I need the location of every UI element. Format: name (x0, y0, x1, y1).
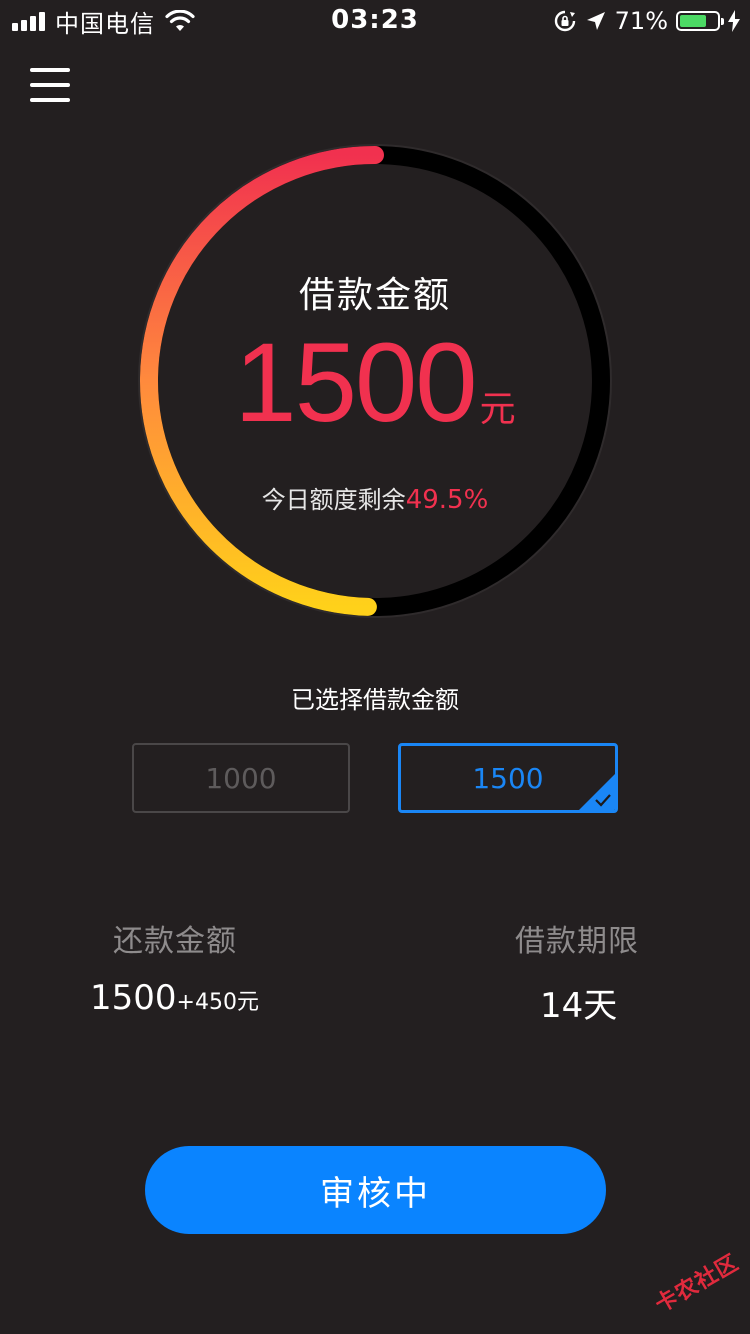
remaining-quota: 今日额度剩余49.5% (0, 480, 750, 515)
repayment-amount-label: 还款金额 (113, 924, 237, 959)
amount-option-1500[interactable]: 1500 (398, 743, 618, 813)
repayment-interest: +450元 (176, 990, 259, 1015)
amount-option-1000[interactable]: 1000 (132, 743, 350, 813)
loan-term-value: 14天 (540, 986, 618, 1026)
status-bar-right: 71% (553, 6, 740, 36)
location-arrow-icon (586, 12, 605, 30)
signal-icon (12, 11, 45, 31)
carrier-name: 中国电信 (55, 9, 155, 38)
loan-amount-unit: 元 (479, 389, 516, 430)
loan-amount-display: 1500 元 (0, 318, 750, 447)
charging-bolt-icon (728, 10, 740, 32)
status-bar-left: 中国电信 (12, 6, 195, 38)
battery-icon (676, 11, 724, 31)
hamburger-menu-icon[interactable] (30, 68, 70, 102)
loan-amount-title: 借款金额 (298, 275, 451, 316)
remaining-quota-percent: 49.5% (405, 485, 489, 515)
loan-term-label: 借款期限 (515, 924, 639, 959)
battery-percent: 71% (614, 7, 668, 35)
loan-amount-value: 1500 (234, 320, 477, 445)
repayment-amount-value: 1500+450元 (90, 978, 259, 1018)
selected-amount-label: 已选择借款金额 (291, 686, 459, 714)
wifi-icon (165, 10, 195, 31)
battery-fill (680, 15, 706, 27)
remaining-quota-label: 今日额度剩余 (261, 486, 406, 514)
rotation-lock-icon (554, 10, 575, 32)
checkmark-icon (595, 794, 611, 807)
amount-option-label: 1500 (472, 761, 544, 795)
under-review-button[interactable]: 审核中 (145, 1146, 606, 1234)
repayment-principal: 1500 (90, 978, 177, 1018)
status-bar: 中国电信 03:23 71% (0, 0, 750, 40)
watermark: 卡农社区 (651, 1250, 744, 1318)
